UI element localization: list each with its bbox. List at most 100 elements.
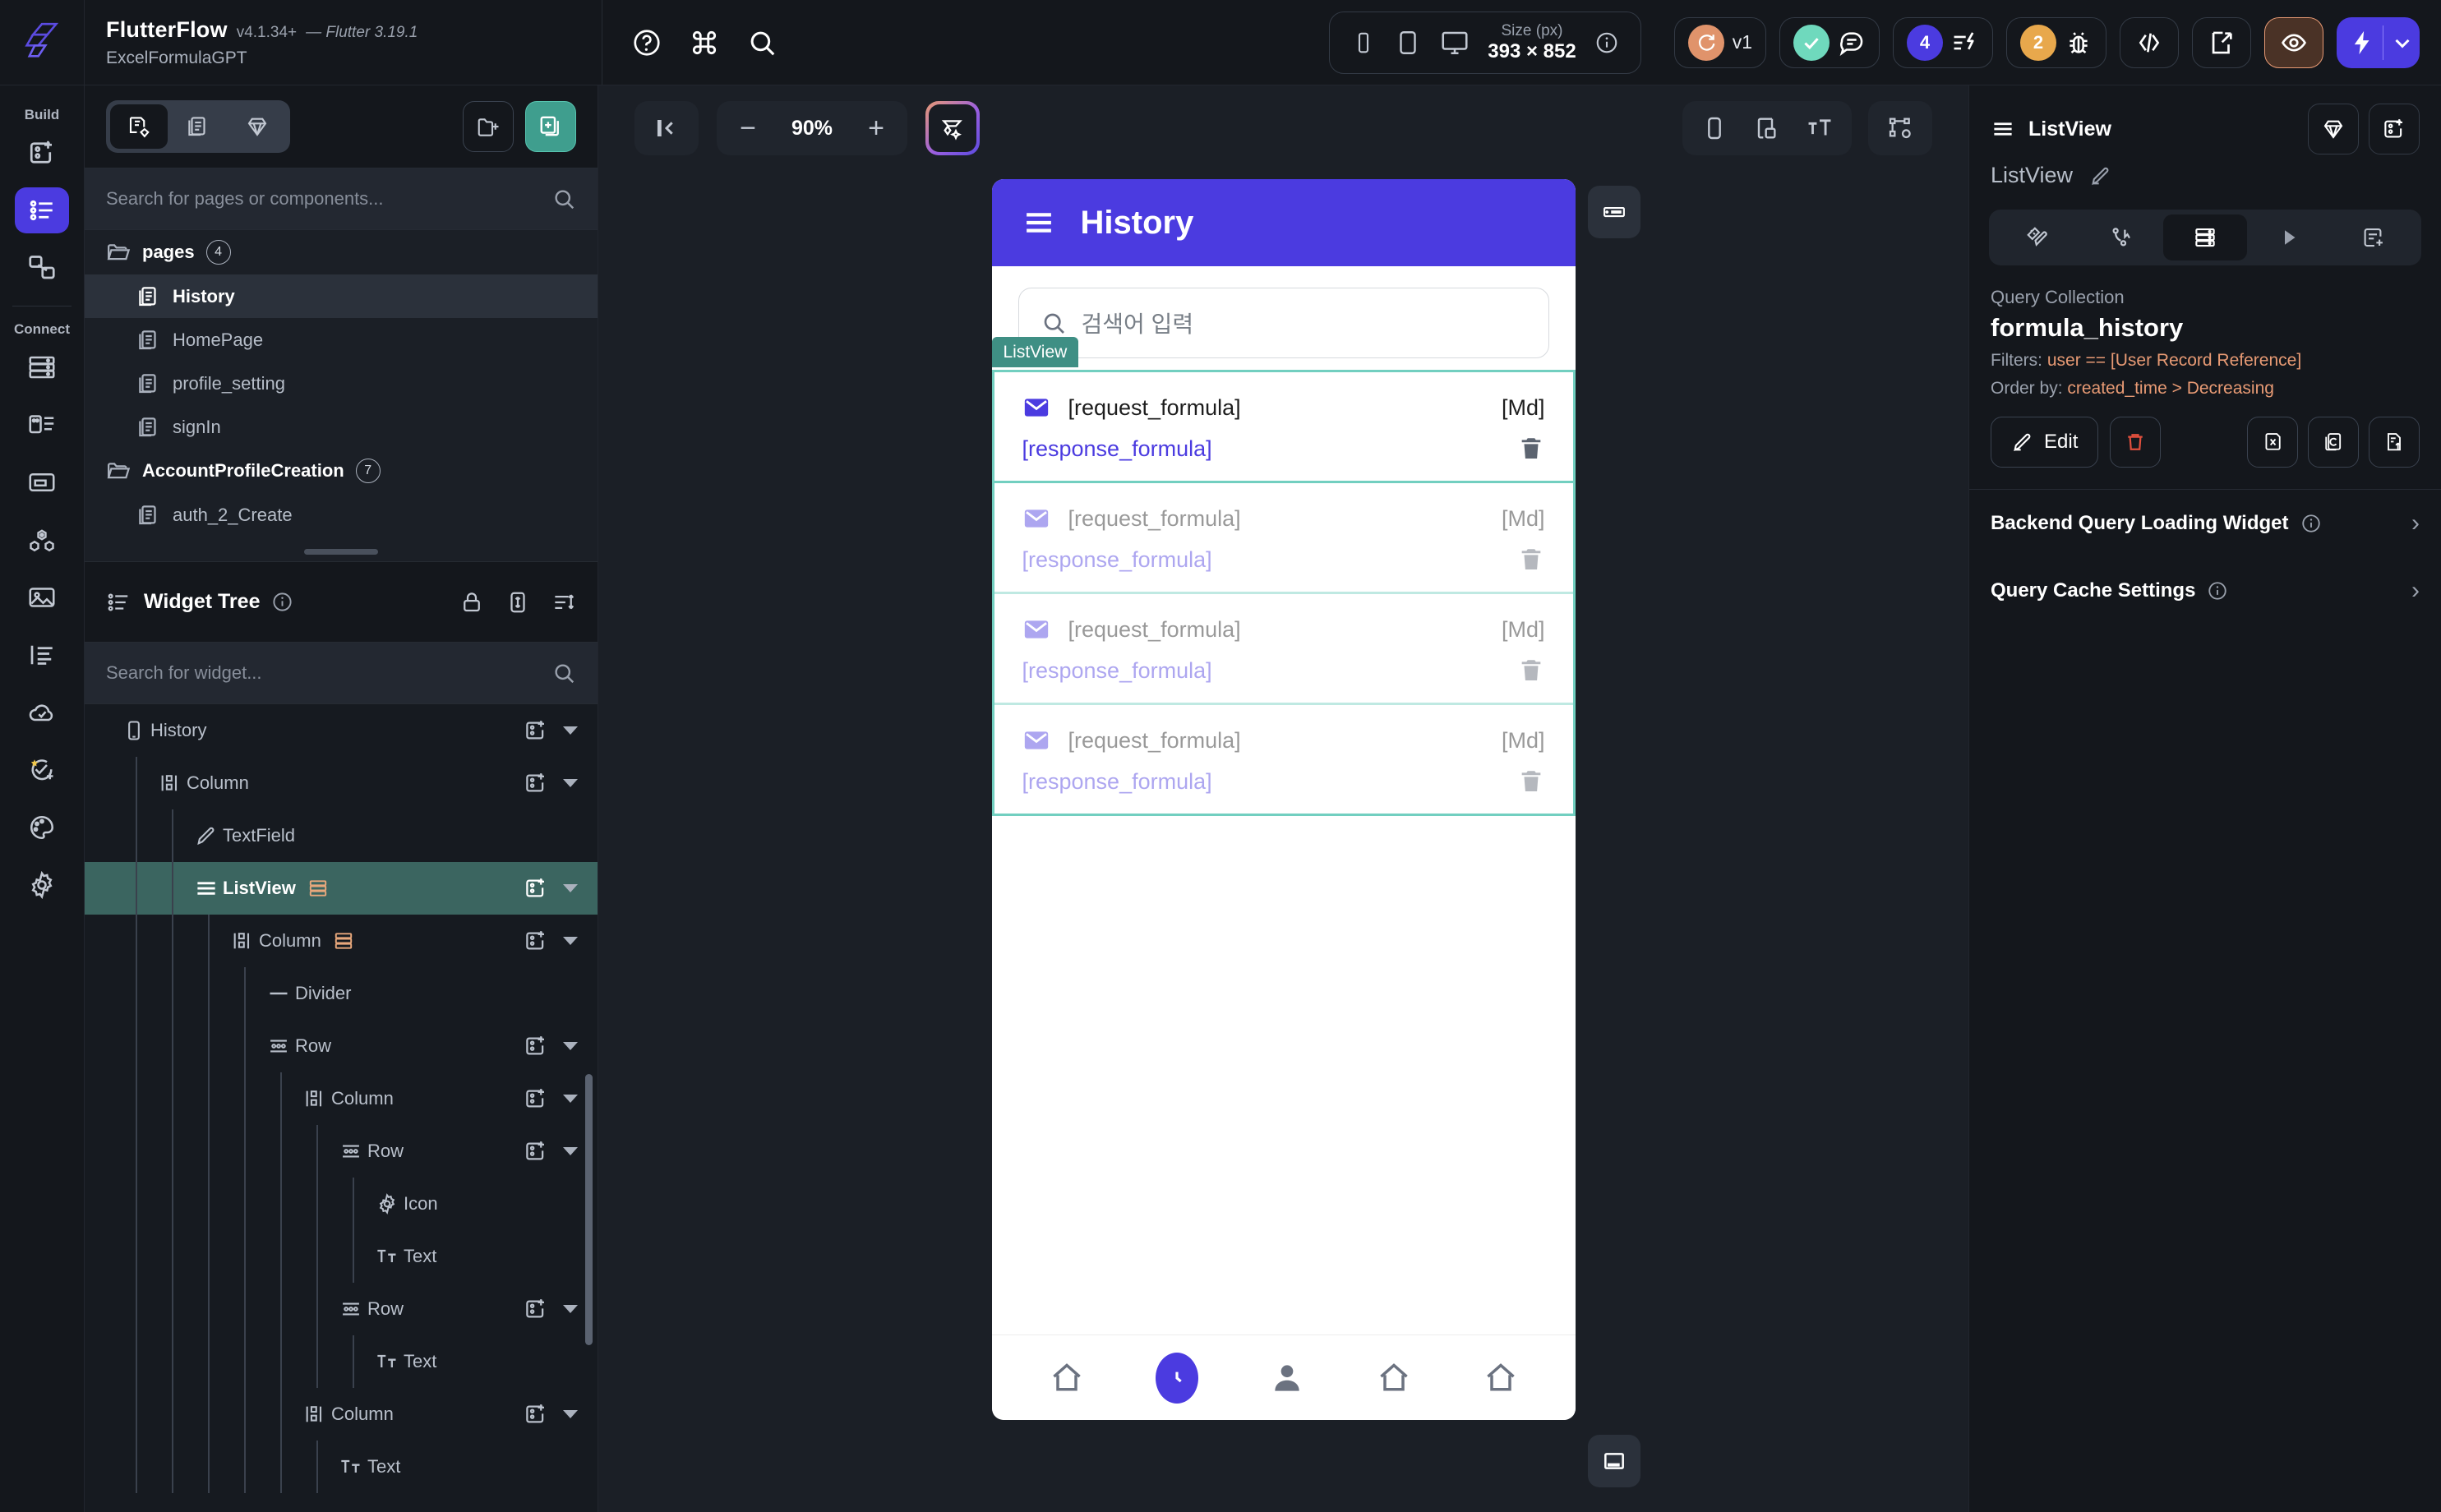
tree-node-icon[interactable]: Icon [85, 1178, 598, 1230]
chevron-down-icon[interactable] [2390, 30, 2415, 55]
tree-add-widget-button[interactable] [524, 1086, 548, 1111]
tree-add-widget-button[interactable] [524, 876, 548, 901]
code-view-button[interactable] [2120, 16, 2179, 68]
bottom-nav-clock-icon[interactable] [1155, 1352, 1198, 1404]
device-desktop-icon[interactable] [1440, 28, 1470, 58]
page-list-icon[interactable] [15, 187, 69, 233]
integrations-icon[interactable] [15, 517, 69, 563]
info-icon[interactable] [2207, 580, 2228, 602]
theme-palette-icon[interactable] [15, 804, 69, 850]
tree-node-text[interactable]: Text [85, 1335, 598, 1388]
size-info-icon[interactable] [1594, 30, 1619, 55]
device-preview-icon[interactable] [1691, 105, 1738, 151]
link-nodes-icon[interactable] [15, 245, 69, 291]
edit-query-button[interactable]: Edit [1991, 417, 2099, 468]
command-icon[interactable] [688, 26, 721, 59]
device-phone-icon[interactable] [1394, 29, 1422, 57]
tab-run-preview[interactable] [2247, 214, 2331, 260]
chevron-down-icon[interactable] [563, 1305, 578, 1313]
convert-to-component-button[interactable] [2308, 104, 2359, 154]
comments-button[interactable] [1779, 16, 1880, 68]
tree-node-column[interactable]: Column [85, 757, 598, 809]
device-phone-small-icon[interactable] [1351, 30, 1376, 55]
search-icon[interactable] [551, 187, 576, 211]
folder-row-AccountProfileCreation[interactable]: AccountProfileCreation 7 [85, 449, 598, 493]
collapse-panel-icon[interactable] [643, 105, 690, 151]
chevron-down-icon[interactable] [563, 1410, 578, 1418]
listview-widget[interactable]: [request_formula] [Md] [response_formula… [991, 370, 1576, 816]
delete-item-button[interactable] [1517, 768, 1545, 795]
list-item[interactable]: [request_formula] [Md] [response_formula… [994, 483, 1573, 594]
bottom-nav-home-icon[interactable] [1376, 1360, 1412, 1396]
new-page-button[interactable] [525, 101, 576, 152]
tree-node-row[interactable]: Row [85, 1125, 598, 1178]
media-folder-icon[interactable] [15, 459, 69, 505]
chevron-right-icon[interactable]: › [2411, 509, 2420, 537]
search-icon[interactable] [745, 26, 778, 59]
widget-tree-scrollbar[interactable] [585, 1074, 593, 1345]
info-icon[interactable] [2300, 513, 2322, 534]
page-item-History[interactable]: History [85, 274, 598, 318]
list-item[interactable]: [request_formula] [Md] [response_formula… [994, 372, 1573, 483]
app-state-icon[interactable] [15, 402, 69, 448]
settings-row[interactable]: Backend Query Loading Widget › [1969, 490, 2441, 557]
page-item-signIn[interactable]: signIn [85, 405, 598, 449]
issues-button[interactable]: 2 [2006, 16, 2106, 68]
ai-assist-button[interactable] [925, 101, 980, 155]
page-item-profile_setting[interactable]: profile_setting [85, 362, 598, 405]
tree-node-history[interactable]: History [85, 704, 598, 757]
chevron-down-icon[interactable] [563, 884, 578, 892]
appbar-toggle-button[interactable] [1587, 186, 1640, 238]
sort-icon[interactable] [551, 590, 576, 615]
split-view-icon[interactable] [1743, 105, 1791, 151]
tab-pages-components[interactable] [110, 104, 168, 149]
chevron-down-icon[interactable] [563, 937, 578, 945]
tree-node-row[interactable]: Row [85, 1020, 598, 1072]
copy-query-button[interactable] [2308, 417, 2359, 468]
zoom-out-button[interactable]: − [727, 107, 769, 150]
chevron-down-icon[interactable] [563, 1095, 578, 1103]
panel-resize-handle[interactable] [85, 542, 598, 561]
tree-add-widget-button[interactable] [524, 1402, 548, 1427]
export-excel-button[interactable] [2247, 417, 2298, 468]
run-button[interactable] [2337, 16, 2420, 68]
tree-node-row[interactable]: Row [85, 1283, 598, 1335]
tab-components[interactable] [228, 104, 286, 149]
chevron-down-icon[interactable] [563, 779, 578, 787]
bottom-nav-person-icon[interactable] [1269, 1360, 1305, 1396]
import-query-button[interactable] [2369, 417, 2420, 468]
list-item[interactable]: [request_formula] [Md] [response_formula… [994, 705, 1573, 814]
cloud-functions-icon[interactable] [15, 689, 69, 735]
list-item[interactable]: [request_formula] [Md] [response_formula… [994, 594, 1573, 705]
tree-add-widget-button[interactable] [524, 1139, 548, 1164]
tab-backend-query[interactable] [2163, 214, 2247, 260]
flutterflow-logo[interactable] [0, 0, 85, 85]
pages-search-input[interactable] [106, 188, 542, 210]
settings-gear-icon[interactable] [15, 862, 69, 908]
new-folder-button[interactable] [463, 101, 514, 152]
tree-node-column[interactable]: Column [85, 1072, 598, 1125]
tree-node-column[interactable]: Column [85, 915, 598, 967]
settings-row[interactable]: Query Cache Settings › [1969, 557, 2441, 625]
zoom-in-button[interactable]: + [855, 107, 897, 150]
tree-add-widget-button[interactable] [524, 1297, 548, 1321]
info-icon[interactable] [271, 591, 293, 613]
folder-row-pages[interactable]: pages 4 [85, 230, 598, 274]
tests-icon[interactable] [15, 747, 69, 793]
tree-node-text[interactable]: Text [85, 1441, 598, 1493]
rename-pencil-icon[interactable] [2089, 164, 2112, 187]
tab-add-note[interactable] [2331, 214, 2415, 260]
preview-toggle-button[interactable] [2264, 16, 2323, 68]
alerts-button[interactable]: 4 [1893, 16, 1993, 68]
tree-add-widget-button[interactable] [524, 718, 548, 743]
media-assets-icon[interactable] [15, 574, 69, 620]
delete-item-button[interactable] [1517, 546, 1545, 574]
hamburger-menu-icon[interactable] [1022, 205, 1056, 240]
chevron-down-icon[interactable] [563, 1042, 578, 1050]
tab-actions-flow[interactable] [2079, 214, 2163, 260]
tree-node-listview[interactable]: ListView [85, 862, 598, 915]
layout-constraints-icon[interactable] [1876, 105, 1924, 151]
tree-node-divider[interactable]: Divider [85, 967, 598, 1020]
tree-node-column[interactable]: Column [85, 1388, 598, 1441]
tree-node-textfield[interactable]: TextField [85, 809, 598, 862]
